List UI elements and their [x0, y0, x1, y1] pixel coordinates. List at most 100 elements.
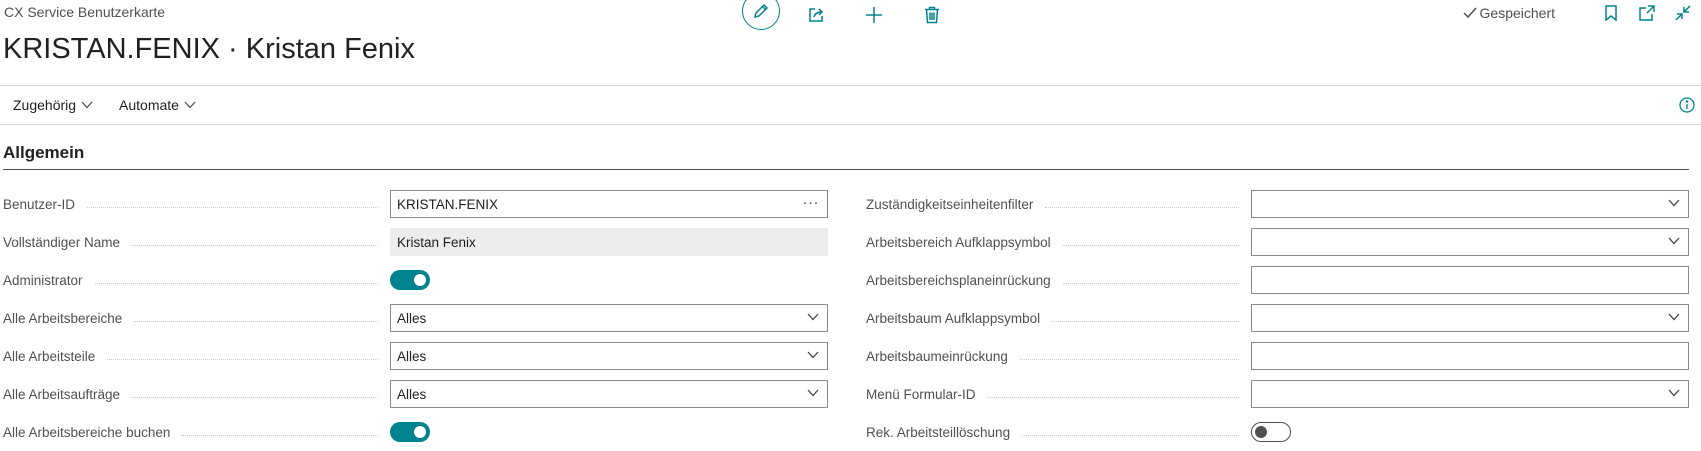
bookmark-button[interactable]: [1593, 0, 1629, 26]
open-new-window-icon: [1639, 5, 1655, 21]
field-label: Arbeitsbaumeinrückung: [866, 348, 1008, 364]
saved-status-text: Gespeichert: [1479, 5, 1555, 21]
action-bar-divider: [0, 124, 1701, 125]
share-icon: [809, 8, 824, 22]
dotted-leader: [1052, 320, 1239, 322]
field-label: Vollständiger Name: [3, 234, 121, 250]
field-label: Alle Arbeitsteile: [3, 348, 96, 364]
collapse-icon: [1675, 5, 1691, 21]
page-title: KRISTAN.FENIX · Kristan Fenix: [3, 33, 415, 65]
saved-status: Gespeichert: [1462, 5, 1555, 21]
share-button[interactable]: [798, 0, 834, 30]
dotted-leader: [1062, 282, 1239, 284]
menu-zugehoerig[interactable]: Zugehörig: [0, 97, 106, 113]
dotted-leader: [182, 434, 378, 436]
arbeitsbaumeinrueckung-input[interactable]: [1251, 342, 1689, 370]
open-new-window-button[interactable]: [1629, 0, 1665, 26]
field-label: Alle Arbeitsbereiche: [3, 310, 123, 326]
menu-label: Automate: [119, 97, 179, 113]
top-right-bar: Gespeichert: [1462, 0, 1701, 26]
chevron-down-icon: [81, 101, 93, 109]
field-arbeitsbereichsplaneinrueckung: Arbeitsbereichsplaneinrückung: [866, 265, 1689, 295]
record-toolbar: [742, 0, 950, 30]
field-label: Arbeitsbereich Aufklappsymbol: [866, 234, 1051, 250]
menu-label: Zugehörig: [13, 97, 77, 113]
edit-icon: [753, 3, 769, 19]
page-caption: CX Service Benutzerkarte: [4, 4, 166, 20]
edit-button[interactable]: [742, 0, 780, 30]
field-label: Benutzer-ID: [3, 196, 76, 212]
dotted-leader: [87, 206, 378, 208]
menu-automate[interactable]: Automate: [106, 97, 209, 113]
dotted-leader: [94, 282, 378, 284]
field-value: Alles: [397, 386, 427, 402]
field-alle-arbeitsteile: Alle Arbeitsteile Alles: [3, 341, 828, 371]
action-bar: Zugehörig Automate: [0, 86, 1701, 124]
chevron-down-icon: [807, 351, 819, 359]
collapse-button[interactable]: [1665, 0, 1701, 26]
field-label: Arbeitsbaum Aufklappsymbol: [866, 310, 1041, 326]
add-button[interactable]: [856, 0, 892, 30]
arbeitsbereichsplaneinrueckung-input[interactable]: [1251, 266, 1689, 294]
field-value: KRISTAN.FENIX: [397, 196, 499, 212]
arbeitsbereich-aufklappsymbol-select[interactable]: [1251, 228, 1689, 256]
field-label: Arbeitsbereichsplaneinrückung: [866, 272, 1051, 288]
field-arbeitsbereich-aufklappsymbol: Arbeitsbereich Aufklappsymbol: [866, 227, 1689, 257]
dotted-leader: [1045, 206, 1239, 208]
field-label: Administrator: [3, 272, 83, 288]
dotted-leader: [1022, 434, 1239, 436]
field-zustaendigkeitseinheitenfilter: Zuständigkeitseinheitenfilter: [866, 189, 1689, 219]
field-administrator: Administrator: [3, 265, 430, 295]
checkmark-icon: [1462, 7, 1477, 19]
field-value: Alles: [397, 348, 427, 364]
dotted-leader: [134, 320, 378, 322]
dotted-leader: [107, 358, 378, 360]
field-value: Kristan Fenix: [397, 234, 476, 250]
field-rek-arbeitsteilloeschung: Rek. Arbeitsteillöschung: [866, 417, 1291, 447]
field-label: Alle Arbeitsbereiche buchen: [3, 424, 171, 440]
alle-arbeitsteile-select[interactable]: Alles: [390, 342, 828, 370]
field-alle-arbeitsauftraege: Alle Arbeitsaufträge Alles: [3, 379, 828, 409]
section-underline: [3, 169, 1689, 170]
benutzer-id-input[interactable]: KRISTAN.FENIX ···: [390, 190, 828, 218]
section-title[interactable]: Allgemein: [3, 143, 84, 163]
field-vollstaendiger-name: Vollständiger Name Kristan Fenix: [3, 227, 828, 257]
field-menue-formular-id: Menü Formular-ID: [866, 379, 1689, 409]
field-benutzer-id: Benutzer-ID KRISTAN.FENIX ···: [3, 189, 828, 219]
lookup-ellipsis-icon[interactable]: ···: [803, 194, 820, 211]
chevron-down-icon: [1668, 389, 1680, 397]
field-label: Menü Formular-ID: [866, 386, 976, 402]
zustaendigkeitseinheitenfilter-select[interactable]: [1251, 190, 1689, 218]
bookmark-icon: [1605, 5, 1617, 21]
field-alle-arbeitsbereiche-buchen: Alle Arbeitsbereiche buchen: [3, 417, 430, 447]
field-label: Alle Arbeitsaufträge: [3, 386, 121, 402]
dotted-leader: [987, 396, 1239, 398]
field-label: Zuständigkeitseinheitenfilter: [866, 196, 1034, 212]
field-label: Rek. Arbeitsteillöschung: [866, 424, 1011, 440]
info-button[interactable]: [1679, 97, 1695, 118]
delete-button[interactable]: [914, 0, 950, 30]
chevron-down-icon: [1668, 237, 1680, 245]
dotted-leader: [132, 244, 378, 246]
dotted-leader: [1062, 244, 1239, 246]
info-icon: [1679, 97, 1695, 113]
alle-arbeitsauftraege-select[interactable]: Alles: [390, 380, 828, 408]
field-arbeitsbaum-aufklappsymbol: Arbeitsbaum Aufklappsymbol: [866, 303, 1689, 333]
field-arbeitsbaumeinrueckung: Arbeitsbaumeinrückung: [866, 341, 1689, 371]
chevron-down-icon: [1668, 199, 1680, 207]
chevron-down-icon: [184, 101, 196, 109]
chevron-down-icon: [1668, 313, 1680, 321]
alle-arbeitsbereiche-select[interactable]: Alles: [390, 304, 828, 332]
delete-icon: [925, 6, 939, 24]
add-icon: [866, 7, 882, 23]
field-alle-arbeitsbereiche: Alle Arbeitsbereiche Alles: [3, 303, 828, 333]
administrator-toggle[interactable]: [390, 270, 430, 290]
menue-formular-id-select[interactable]: [1251, 380, 1689, 408]
rek-arbeitsteilloeschung-toggle[interactable]: [1251, 422, 1291, 442]
chevron-down-icon: [807, 389, 819, 397]
arbeitsbaum-aufklappsymbol-select[interactable]: [1251, 304, 1689, 332]
field-value: Alles: [397, 310, 427, 326]
chevron-down-icon: [807, 313, 819, 321]
alle-arbeitsbereiche-buchen-toggle[interactable]: [390, 422, 430, 442]
dotted-leader: [1019, 358, 1239, 360]
